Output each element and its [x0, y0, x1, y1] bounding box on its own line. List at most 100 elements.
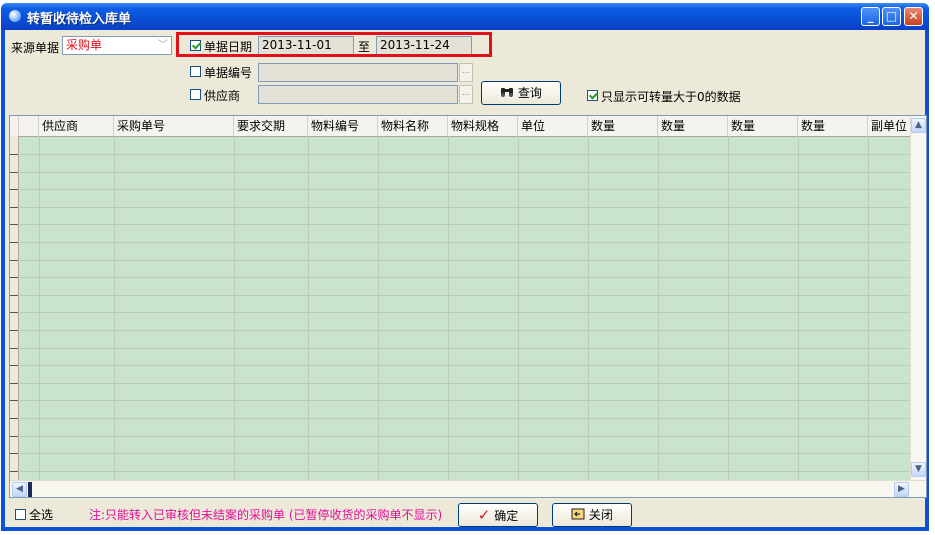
row-indicator-tick	[10, 453, 18, 454]
query-button[interactable]: 查询	[481, 81, 561, 105]
app-window: 转暂收待检入库单 _ □ ✕ 来源单据 采购单 ﹀ 单据日期 2013-11-0…	[1, 3, 929, 531]
only-positive-checkbox[interactable]	[587, 90, 598, 101]
close-label: 关闭	[588, 508, 613, 522]
number-browse-button[interactable]: ...	[459, 63, 473, 82]
close-window-button[interactable]: ✕	[904, 7, 923, 26]
table-row[interactable]	[10, 242, 910, 243]
table-row[interactable]	[10, 172, 910, 173]
source-select[interactable]: 采购单 ﹀	[62, 36, 172, 55]
date-highlight-box	[176, 32, 492, 57]
table-row[interactable]	[10, 312, 910, 313]
row-indicator-column	[10, 136, 19, 481]
row-indicator-tick	[10, 295, 18, 296]
table-row[interactable]	[10, 224, 910, 225]
table-row[interactable]	[10, 348, 910, 349]
table-row[interactable]	[10, 330, 910, 331]
check-icon: ✓	[477, 506, 491, 524]
table-row[interactable]	[10, 260, 910, 261]
row-indicator-tick	[10, 277, 18, 278]
col-header-unit[interactable]: 单位	[518, 116, 588, 136]
scroll-left-icon[interactable]: ◀	[12, 482, 27, 497]
supplier-browse-button[interactable]: ...	[459, 85, 473, 104]
table-row[interactable]	[10, 400, 910, 401]
col-header-qty-2[interactable]: 数量	[658, 116, 728, 136]
col-header-qty-4[interactable]: 数量	[798, 116, 868, 136]
scroll-up-icon[interactable]: ▲	[911, 118, 926, 133]
ok-label: 确定	[494, 509, 519, 523]
table-row[interactable]	[10, 154, 910, 155]
number-field[interactable]	[258, 63, 458, 82]
scroll-thumb[interactable]	[28, 482, 32, 497]
table-row[interactable]	[10, 436, 910, 437]
source-label: 来源单据	[11, 41, 60, 55]
maximize-button[interactable]: □	[882, 7, 901, 26]
row-indicator-tick	[10, 312, 18, 313]
grid-column-line	[868, 136, 869, 481]
horizontal-scrollbar[interactable]: ◀ ▶	[10, 480, 926, 497]
grid-column-line	[728, 136, 729, 481]
select-all-checkbox[interactable]	[15, 509, 26, 520]
number-checkbox[interactable]	[190, 66, 201, 77]
supplier-checkbox[interactable]	[190, 89, 201, 100]
footer-note: 注:只能转入已审核但未结案的采购单 (已暂停收货的采购单不显示)	[89, 508, 443, 522]
row-indicator-tick	[10, 348, 18, 349]
title-bar[interactable]: 转暂收待检入库单 _ □ ✕	[1, 3, 929, 30]
table-row[interactable]	[10, 471, 910, 472]
chevron-down-icon[interactable]: ﹀	[158, 37, 168, 54]
col-header-secondary-unit[interactable]: 副单位	[868, 116, 910, 136]
grid-column-line	[39, 136, 40, 481]
maximize-icon: □	[885, 9, 898, 23]
scroll-right-icon[interactable]: ▶	[894, 482, 909, 497]
table-row[interactable]	[10, 295, 910, 296]
client-area: 来源单据 采购单 ﹀ 单据日期 2013-11-01 至 2013-11-24 …	[5, 30, 927, 527]
number-label: 单据编号	[204, 66, 253, 80]
row-indicator-tick	[10, 365, 18, 366]
col-header-po-number[interactable]: 采购单号	[114, 116, 234, 136]
minimize-button[interactable]: _	[861, 7, 880, 26]
close-button[interactable]: 关闭	[552, 503, 632, 527]
row-indicator-tick	[10, 189, 18, 190]
supplier-label: 供应商	[204, 89, 241, 103]
binoculars-icon	[501, 88, 514, 97]
supplier-field[interactable]	[258, 85, 458, 104]
row-indicator-tick	[10, 242, 18, 243]
grid-column-line	[588, 136, 589, 481]
table-row[interactable]	[10, 453, 910, 454]
row-indicator-tick	[10, 471, 18, 472]
select-all-label: 全选	[29, 508, 54, 522]
row-indicator-tick	[10, 383, 18, 384]
table-row[interactable]	[10, 365, 910, 366]
col-header-item-spec[interactable]: 物料规格	[448, 116, 518, 136]
row-indicator-tick	[10, 172, 18, 173]
table-row[interactable]	[10, 418, 910, 419]
table-row[interactable]	[10, 189, 910, 190]
scroll-down-icon[interactable]: ▼	[911, 462, 926, 477]
row-indicator-tick	[10, 260, 18, 261]
row-indicator-tick	[10, 207, 18, 208]
row-indicator-tick	[10, 224, 18, 225]
grid-column-line	[114, 136, 115, 481]
table-row[interactable]	[10, 383, 910, 384]
table-row[interactable]	[10, 277, 910, 278]
grid-column-line	[798, 136, 799, 481]
data-grid[interactable]: 供应商 采购单号 要求交期 物料编号 物料名称 物料规格 单位 数量 数量 数量…	[9, 115, 927, 498]
window-title: 转暂收待检入库单	[27, 12, 132, 27]
row-indicator-tick	[10, 418, 18, 419]
col-header-supplier[interactable]: 供应商	[39, 116, 114, 136]
col-header-qty-1[interactable]: 数量	[588, 116, 658, 136]
col-header-item-code[interactable]: 物料编号	[308, 116, 378, 136]
ok-button[interactable]: ✓ 确定	[458, 503, 538, 527]
row-indicator-tick	[10, 400, 18, 401]
col-header-qty-3[interactable]: 数量	[728, 116, 798, 136]
exit-door-icon	[571, 508, 585, 520]
query-label: 查询	[517, 86, 542, 100]
col-header-due-date[interactable]: 要求交期	[234, 116, 308, 136]
vertical-scrollbar[interactable]: ▲ ▼	[910, 116, 926, 480]
close-icon: ✕	[908, 9, 919, 23]
col-header-item-name[interactable]: 物料名称	[378, 116, 448, 136]
grid-column-line	[234, 136, 235, 481]
row-indicator-tick	[10, 330, 18, 331]
grid-header: 供应商 采购单号 要求交期 物料编号 物料名称 物料规格 单位 数量 数量 数量…	[10, 116, 910, 137]
row-indicator-tick	[10, 154, 18, 155]
table-row[interactable]	[10, 207, 910, 208]
